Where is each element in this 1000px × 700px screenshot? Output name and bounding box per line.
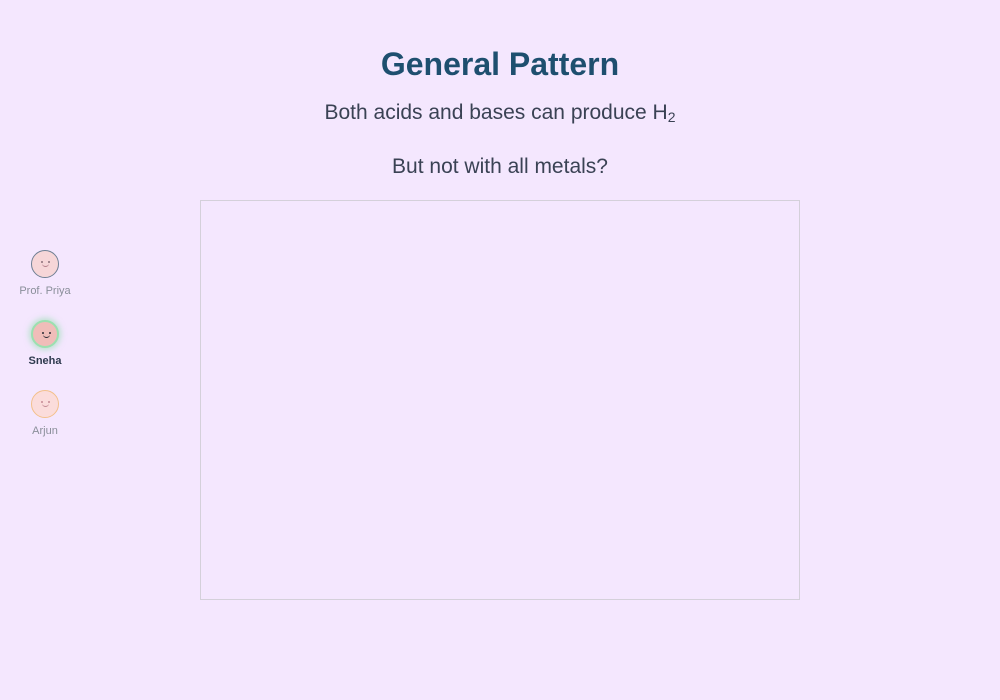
- subtitle-text: Both acids and bases can produce H: [324, 101, 668, 124]
- avatar: [31, 250, 59, 278]
- participant-name: Sneha: [28, 355, 62, 367]
- slide-title: General Pattern: [380, 46, 620, 82]
- participant-prof-priya[interactable]: Prof. Priya: [10, 250, 80, 298]
- avatar: [31, 320, 59, 348]
- participant-name: Arjun: [32, 425, 58, 437]
- participant-name: Prof. Priya: [19, 285, 71, 297]
- drawing-canvas[interactable]: [200, 200, 800, 600]
- slide-question: But not with all metals?: [392, 155, 608, 178]
- participant-arjun[interactable]: Arjun: [10, 390, 80, 438]
- slide-subtitle: Both acids and bases can produce H2: [0, 99, 1000, 131]
- participant-sneha[interactable]: Sneha: [10, 320, 80, 368]
- avatar: [31, 390, 59, 418]
- subtitle-subscript: 2: [667, 109, 676, 125]
